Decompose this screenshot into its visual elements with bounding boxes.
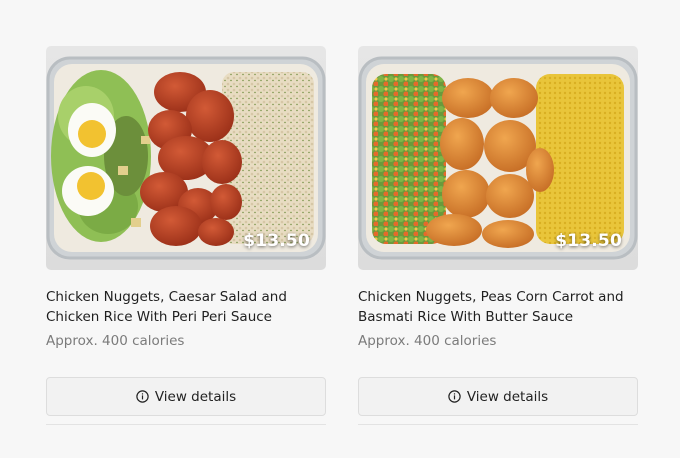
view-details-label: View details [466,388,549,405]
product-title[interactable]: Chicken Nuggets, Peas Corn Carrot and Ba… [358,287,638,327]
price-tag: $13.50 [555,231,622,251]
view-details-label: View details [154,388,237,405]
product-grid: $13.50 Chicken Nuggets, Caesar Salad and… [0,0,680,458]
card-divider [46,424,326,425]
calorie-info: Approx. 400 calories [46,333,185,349]
view-details-button[interactable]: View details [358,377,638,416]
calorie-info: Approx. 400 calories [358,333,497,349]
product-card[interactable]: $13.50 Chicken Nuggets, Peas Corn Carrot… [358,46,638,425]
view-details-button[interactable]: View details [46,377,326,416]
price-tag: $13.50 [243,231,310,251]
product-image[interactable]: $13.50 [358,46,638,270]
product-card[interactable]: $13.50 Chicken Nuggets, Caesar Salad and… [46,46,326,425]
product-title[interactable]: Chicken Nuggets, Caesar Salad and Chicke… [46,287,326,327]
product-image[interactable]: $13.50 [46,46,326,270]
card-divider [358,424,638,425]
info-circle-icon [136,390,149,403]
info-circle-icon [448,390,461,403]
